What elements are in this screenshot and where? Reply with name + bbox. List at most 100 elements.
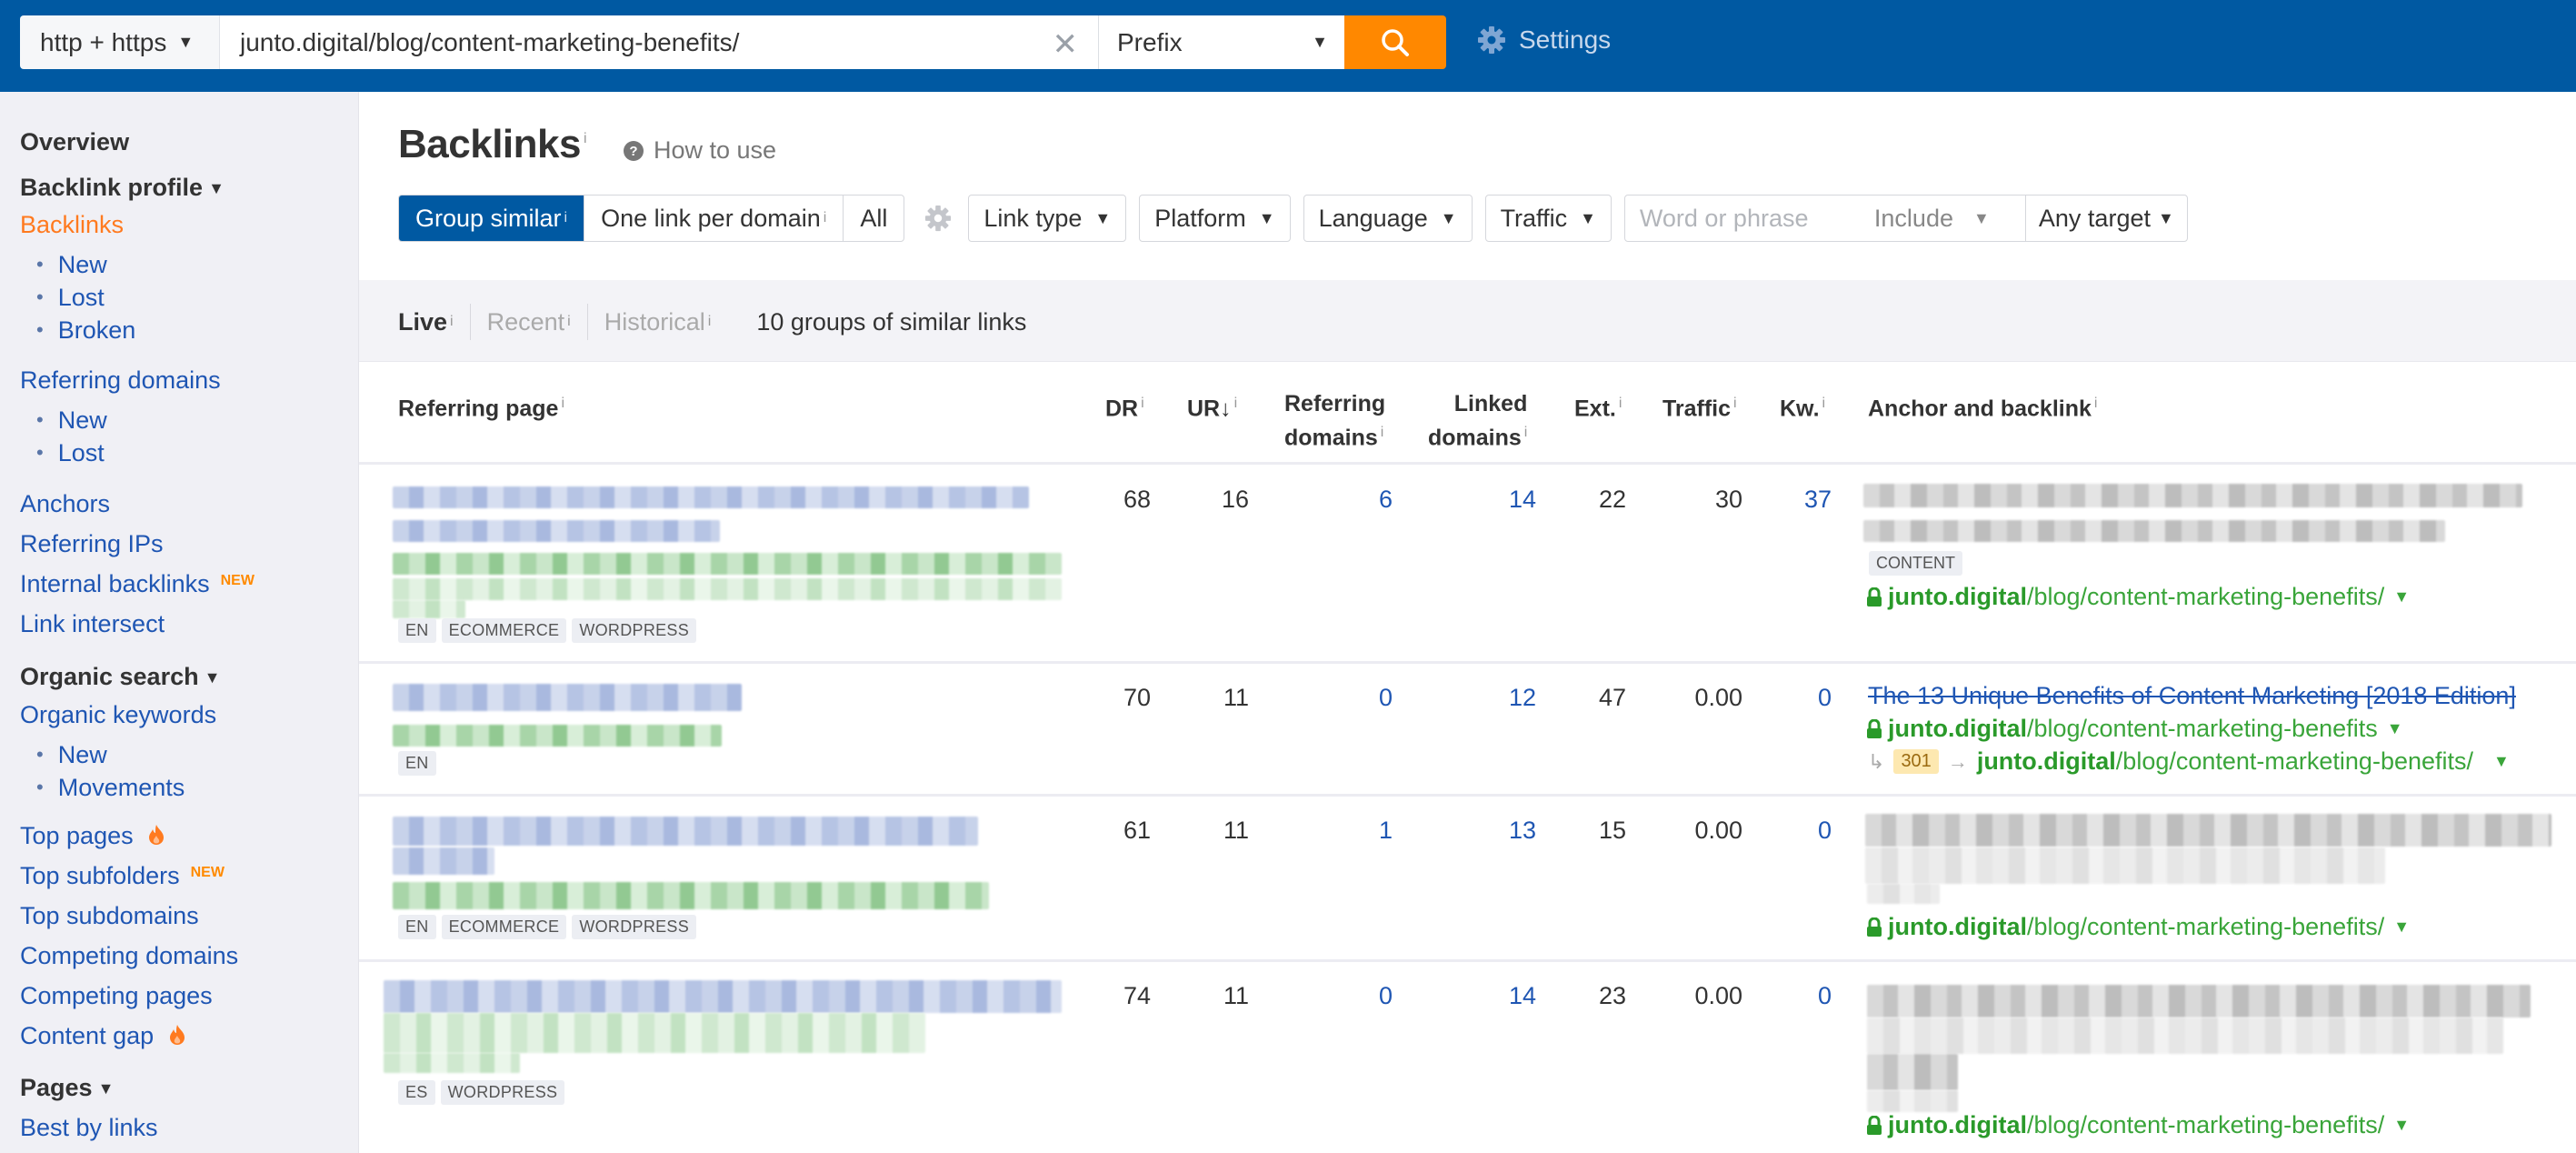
sidebar-item-backlinks[interactable]: Backlinks <box>20 211 124 239</box>
one-link-per-domain-tab[interactable]: One link per domain i <box>584 196 844 241</box>
link-type-dropdown[interactable]: Link type ▼ <box>968 195 1127 242</box>
info-icon[interactable]: i <box>1141 396 1144 411</box>
sidebar-item-internal-backlinks[interactable]: Internal backlinks NEW <box>20 570 255 598</box>
referring-page-url-redacted[interactable] <box>393 553 1062 575</box>
info-icon[interactable]: i <box>708 314 712 330</box>
sidebar-section-organic-search[interactable]: Organic search ▼ <box>20 663 220 691</box>
referring-page-title-redacted[interactable] <box>384 980 1062 1013</box>
sidebar-item-backlinks-broken[interactable]: Broken <box>36 316 136 345</box>
sidebar-item-top-subdomains[interactable]: Top subdomains <box>20 902 199 930</box>
target-url-input[interactable]: junto.digital/blog/content-marketing-ben… <box>220 15 1098 69</box>
redirect-domain[interactable]: junto.digital <box>1977 747 2116 776</box>
sidebar-item-top-subfolders[interactable]: Top subfolders NEW <box>20 862 225 890</box>
referring-page-title-redacted[interactable] <box>393 486 1029 508</box>
sidebar-item-backlinks-lost[interactable]: Lost <box>36 284 105 312</box>
sidebar-item-link-intersect[interactable]: Link intersect <box>20 610 165 638</box>
linked-domains-value[interactable]: 14 <box>1445 486 1536 514</box>
chevron-down-icon[interactable]: ▼ <box>2393 1116 2410 1135</box>
chevron-down-icon[interactable]: ▼ <box>2393 917 2410 937</box>
kw-value[interactable]: 0 <box>1741 817 1832 845</box>
col-traffic[interactable]: Traffic i <box>1662 389 1737 423</box>
sidebar-item-organic-movements[interactable]: Movements <box>36 774 185 802</box>
info-icon[interactable]: i <box>584 131 587 146</box>
how-to-use-link[interactable]: ? How to use <box>623 136 776 165</box>
platform-dropdown[interactable]: Platform ▼ <box>1139 195 1291 242</box>
info-icon[interactable]: i <box>567 314 571 330</box>
sidebar-item-overview[interactable]: Overview <box>20 128 129 156</box>
referring-page-title-redacted[interactable] <box>393 847 494 875</box>
all-tab[interactable]: All <box>844 196 904 241</box>
chevron-down-icon[interactable]: ▼ <box>2393 587 2410 607</box>
any-target-dropdown[interactable]: Any target ▼ <box>2024 196 2187 241</box>
backlink-target[interactable]: junto.digital/blog/content-marketing-ben… <box>1866 1111 2410 1139</box>
sidebar-item-anchors[interactable]: Anchors <box>20 490 110 518</box>
search-button[interactable] <box>1344 15 1446 69</box>
sidebar-item-organic-keywords[interactable]: Organic keywords <box>20 701 216 729</box>
sidebar-item-referring-ips[interactable]: Referring IPs <box>20 530 164 558</box>
referring-domains-value[interactable]: 0 <box>1302 982 1393 1010</box>
chevron-down-icon[interactable]: ▼ <box>2493 752 2510 771</box>
sidebar-item-referring-domains[interactable]: Referring domains <box>20 366 221 395</box>
info-icon[interactable]: i <box>450 314 454 330</box>
info-icon[interactable]: i <box>1619 396 1622 411</box>
settings-button[interactable]: Settings <box>1477 25 1611 55</box>
group-similar-tab[interactable]: Group similar i <box>399 196 585 241</box>
col-linked-domains[interactable]: Linked domains i <box>1428 389 1527 452</box>
sidebar-item-top-pages[interactable]: Top pages <box>20 822 165 850</box>
backlink-target[interactable]: junto.digital/blog/content-marketing-ben… <box>1866 715 2403 743</box>
info-icon[interactable]: i <box>564 210 568 226</box>
col-kw[interactable]: Kw. i <box>1780 389 1825 423</box>
anchor-text-link[interactable]: The 13 Unique Benefits of Content Market… <box>1868 682 2516 710</box>
referring-page-url-redacted[interactable] <box>393 725 722 747</box>
sidebar-item-refdomains-lost[interactable]: Lost <box>36 439 105 467</box>
chevron-down-icon[interactable]: ▼ <box>2387 719 2403 738</box>
sidebar-item-content-gap[interactable]: Content gap <box>20 1022 186 1050</box>
referring-domains-value[interactable]: 1 <box>1302 817 1393 845</box>
tab-historical[interactable]: Historical i <box>588 304 728 340</box>
sidebar-item-competing-pages[interactable]: Competing pages <box>20 982 213 1010</box>
word-or-phrase-input[interactable]: Word or phrase <box>1625 196 1871 241</box>
col-ur[interactable]: UR↓ i <box>1187 389 1237 423</box>
sidebar-item-organic-new[interactable]: New <box>36 741 107 769</box>
info-icon[interactable]: i <box>1524 425 1528 440</box>
redirect-path[interactable]: /blog/content-marketing-benefits/ <box>2116 747 2473 776</box>
sidebar-section-pages[interactable]: Pages ▼ <box>20 1074 114 1102</box>
info-icon[interactable]: i <box>1733 396 1737 411</box>
sidebar-item-competing-domains[interactable]: Competing domains <box>20 942 238 970</box>
backlink-target[interactable]: junto.digital/blog/content-marketing-ben… <box>1866 583 2410 611</box>
linked-domains-value[interactable]: 12 <box>1445 684 1536 712</box>
tab-recent[interactable]: Recent i <box>471 304 588 340</box>
referring-page-url-redacted[interactable] <box>393 882 989 909</box>
backlink-target[interactable]: junto.digital/blog/content-marketing-ben… <box>1866 913 2410 941</box>
info-icon[interactable]: i <box>561 396 564 411</box>
language-dropdown[interactable]: Language ▼ <box>1303 195 1473 242</box>
sidebar-item-best-by-links[interactable]: Best by links <box>20 1114 158 1142</box>
col-referring-page[interactable]: Referring page i <box>398 389 564 423</box>
referring-page-url-redacted[interactable] <box>384 1013 925 1053</box>
info-icon[interactable]: i <box>1234 396 1238 411</box>
kw-value[interactable]: 0 <box>1741 684 1832 712</box>
referring-page-title-redacted[interactable] <box>393 817 978 846</box>
info-icon[interactable]: i <box>1822 396 1826 411</box>
traffic-dropdown[interactable]: Traffic ▼ <box>1484 195 1612 242</box>
info-icon[interactable]: i <box>824 210 827 226</box>
sidebar-item-backlinks-new[interactable]: New <box>36 251 107 279</box>
referring-domains-value[interactable]: 6 <box>1302 486 1393 514</box>
include-dropdown[interactable]: Include ▼ <box>1871 196 2025 241</box>
referring-domains-value[interactable]: 0 <box>1302 684 1393 712</box>
referring-page-title-redacted[interactable] <box>393 684 742 711</box>
kw-value[interactable]: 0 <box>1741 982 1832 1010</box>
table-settings-button[interactable] <box>924 205 952 232</box>
kw-value[interactable]: 37 <box>1741 486 1832 514</box>
col-anchor-and-backlink[interactable]: Anchor and backlink i <box>1868 389 2097 423</box>
col-dr[interactable]: DR i <box>1105 389 1144 423</box>
linked-domains-value[interactable]: 14 <box>1445 982 1536 1010</box>
info-icon[interactable]: i <box>2094 396 2098 411</box>
referring-page-title-redacted[interactable] <box>393 520 720 542</box>
clear-icon[interactable]: ✕ <box>1053 26 1079 63</box>
col-referring-domains[interactable]: Referring domains i <box>1284 389 1385 452</box>
info-icon[interactable]: i <box>1381 425 1384 440</box>
sidebar-section-backlink-profile[interactable]: Backlink profile ▼ <box>20 174 225 202</box>
sidebar-item-refdomains-new[interactable]: New <box>36 406 107 435</box>
mode-select[interactable]: Prefix ▼ <box>1098 15 1344 69</box>
